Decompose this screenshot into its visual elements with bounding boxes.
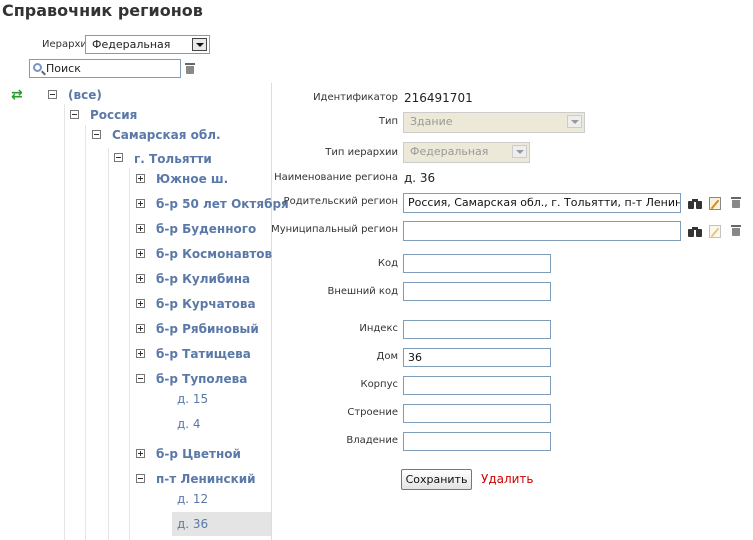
tree-node-all[interactable]: (все) xyxy=(68,88,102,102)
parent-region-field[interactable]: Россия, Самарская обл., г. Тольятти, п-т… xyxy=(403,193,681,213)
index-field[interactable] xyxy=(403,320,551,339)
search-input-value: Поиск xyxy=(46,62,81,75)
tree-node-street[interactable]: б-р Курчатова xyxy=(156,297,256,311)
expand-icon[interactable] xyxy=(136,299,145,308)
tree-node-russia[interactable]: Россия xyxy=(90,108,137,122)
trash-icon[interactable] xyxy=(731,225,741,236)
region-name-label: Наименование региона xyxy=(274,172,398,183)
tree-node-street[interactable]: б-р Буденного xyxy=(156,222,256,236)
code-label: Код xyxy=(377,258,398,269)
collapse-icon[interactable] xyxy=(92,130,101,139)
edit-icon[interactable] xyxy=(709,225,721,238)
search-icon xyxy=(33,63,42,72)
hierarchy-type-select: Федеральная xyxy=(403,142,530,163)
search-input[interactable]: Поиск xyxy=(29,59,181,78)
tree-node-street[interactable]: б-р Татищева xyxy=(156,347,251,361)
panel-divider xyxy=(271,83,272,540)
page-title: Справочник регионов xyxy=(2,1,203,20)
korpus-field[interactable] xyxy=(403,376,551,395)
tree-leaf-house[interactable]: д. 12 xyxy=(177,492,208,506)
collapse-icon[interactable] xyxy=(114,153,123,162)
expand-icon[interactable] xyxy=(136,249,145,258)
refresh-icon[interactable]: ⇄ xyxy=(11,88,23,102)
expand-icon[interactable] xyxy=(136,324,145,333)
tree-guide-line xyxy=(108,148,109,540)
collapse-icon[interactable] xyxy=(136,474,145,483)
tree-node-street[interactable]: Южное ш. xyxy=(156,172,228,186)
type-select-value: Здание xyxy=(410,115,453,128)
expand-icon[interactable] xyxy=(136,349,145,358)
stroenie-label: Строение xyxy=(347,407,398,418)
trash-icon[interactable] xyxy=(731,197,741,208)
municipal-region-field[interactable] xyxy=(403,221,681,241)
type-label: Тип xyxy=(378,116,398,127)
stroenie-field[interactable] xyxy=(403,404,551,423)
hierarchy-type-label: Тип иерархии xyxy=(325,147,398,158)
tree-node-street[interactable]: б-р Кулибина xyxy=(156,272,250,286)
expand-icon[interactable] xyxy=(136,224,145,233)
tree-node-street[interactable]: б-р Туполева xyxy=(156,372,247,386)
tree-node-street[interactable]: б-р Рябиновый xyxy=(156,322,259,336)
tree-node-street[interactable]: б-р 50 лет Октября xyxy=(156,197,289,211)
chevron-down-icon[interactable] xyxy=(192,38,207,51)
tree-node-street[interactable]: б-р Цветной xyxy=(156,447,241,461)
collapse-icon[interactable] xyxy=(70,110,79,119)
id-value: 216491701 xyxy=(404,91,473,105)
tree-leaf-house-selected[interactable]: д. 36 xyxy=(172,512,271,536)
house-field[interactable]: 36 xyxy=(403,348,551,367)
tree-node-street[interactable]: п-т Ленинский xyxy=(156,472,256,486)
hierarchy-select[interactable]: Федеральная xyxy=(85,35,210,54)
tree-guide-line xyxy=(85,125,86,540)
tree-guide-line xyxy=(64,104,65,540)
vladenie-label: Владение xyxy=(346,435,398,446)
id-label: Идентификатор xyxy=(313,92,398,103)
binoculars-icon[interactable] xyxy=(688,198,702,209)
expand-icon[interactable] xyxy=(136,174,145,183)
collapse-icon[interactable] xyxy=(136,374,145,383)
vladenie-field[interactable] xyxy=(403,432,551,451)
external-code-label: Внешний код xyxy=(327,286,399,297)
expand-icon[interactable] xyxy=(136,199,145,208)
tree-node-tolyatti[interactable]: г. Тольятти xyxy=(134,152,212,166)
external-code-field[interactable] xyxy=(403,282,551,301)
type-select: Здание xyxy=(403,112,585,133)
region-name-value: д. 36 xyxy=(404,171,436,185)
tree-guide-line xyxy=(129,168,130,540)
house-label: Дом xyxy=(376,351,398,362)
delete-link[interactable]: Удалить xyxy=(481,472,534,486)
chevron-down-icon xyxy=(512,145,527,158)
municipal-region-label: Муниципальный регион xyxy=(271,224,398,235)
collapse-icon[interactable] xyxy=(48,90,57,99)
clear-search-trash-icon[interactable] xyxy=(185,63,195,74)
code-field[interactable] xyxy=(403,254,551,273)
hierarchy-type-select-value: Федеральная xyxy=(410,145,489,158)
tree-leaf-house[interactable]: д. 15 xyxy=(177,392,208,406)
parent-region-label: Родительский регион xyxy=(283,196,398,207)
korpus-label: Корпус xyxy=(360,379,398,390)
edit-icon[interactable] xyxy=(709,197,721,210)
index-label: Индекс xyxy=(359,323,398,334)
tree-leaf-house[interactable]: д. 4 xyxy=(177,417,201,431)
tree-node-samara[interactable]: Самарская обл. xyxy=(112,128,221,142)
chevron-down-icon xyxy=(567,115,582,128)
binoculars-icon[interactable] xyxy=(688,226,702,237)
expand-icon[interactable] xyxy=(136,449,145,458)
save-button[interactable]: Сохранить xyxy=(401,469,472,490)
tree-node-street[interactable]: б-р Космонавтов xyxy=(156,247,272,261)
expand-icon[interactable] xyxy=(136,274,145,283)
hierarchy-select-value: Федеральная xyxy=(92,38,171,51)
